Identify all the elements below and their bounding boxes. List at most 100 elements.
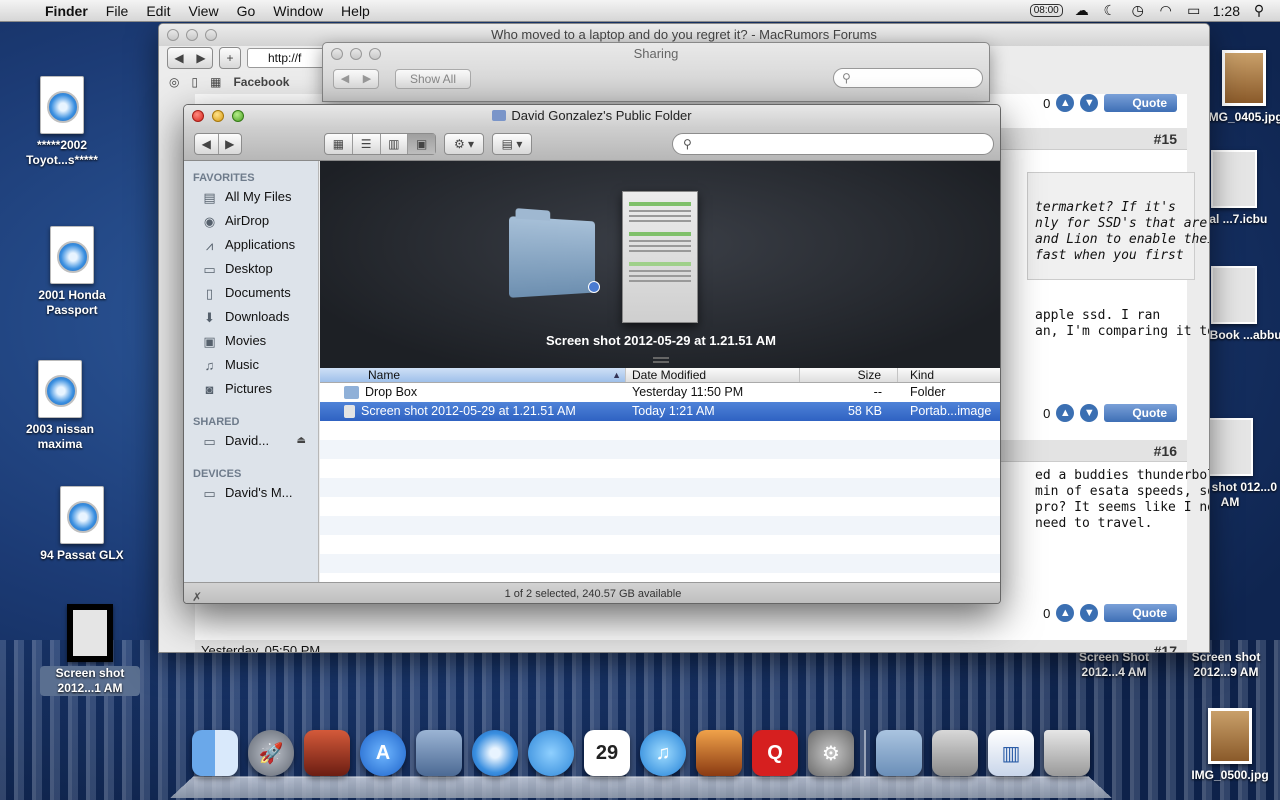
vote-up-icon[interactable]: ▲ [1056,94,1075,112]
zoom-button[interactable] [232,110,244,122]
column-header-kind[interactable]: Kind [898,368,1000,382]
battery-icon[interactable]: ▭ [1185,2,1203,19]
show-all-button[interactable]: Show All [395,69,471,89]
quote-button[interactable]: Quote [1104,604,1177,622]
menu-help[interactable]: Help [332,3,379,19]
desktop-icon-photo[interactable]: IMG_0500.jpg [1180,708,1280,783]
dock-quicksilver-icon[interactable]: Q [752,730,798,776]
sharing-nav-buttons[interactable]: ◀ ▶ [333,69,379,89]
menu-clock[interactable]: 1:28 [1213,3,1240,19]
sidebar-item-music[interactable]: ♫ Music [184,353,318,377]
vote-up-icon[interactable]: ▲ [1056,404,1075,422]
view-mode-buttons[interactable]: ▦ ☰ ▥ ▣ [324,133,436,155]
menu-file[interactable]: File [97,3,138,19]
sidebar-item-applications[interactable]: ⩘ Applications [184,233,318,257]
menu-edit[interactable]: Edit [137,3,179,19]
desktop-icon-webloc[interactable]: 2003 nissan maxima [10,360,110,452]
minimize-button[interactable] [212,110,224,122]
sidebar-item-shared-computer[interactable]: ▭ David... ⏏ [184,429,318,453]
menu-window[interactable]: Window [264,3,332,19]
dock-finder-icon[interactable] [192,730,238,776]
drop-box-folder-icon[interactable] [509,216,596,298]
sidebar-item-movies[interactable]: ▣ Movies [184,329,318,353]
sharing-search-field[interactable]: ⚲ [833,68,983,88]
dock-activity-icon[interactable]: ▥ [988,730,1034,776]
vote-down-icon[interactable]: ▼ [1080,604,1099,622]
column-view-icon[interactable]: ▥ [381,134,409,154]
bookmark-facebook[interactable]: Facebook [233,75,289,89]
quote-button[interactable]: Quote [1104,404,1177,422]
dock-ical-icon[interactable]: 29 [584,730,630,776]
close-button[interactable] [192,110,204,122]
wifi-icon[interactable]: ◠ [1157,2,1175,19]
desktop-icon-webloc[interactable]: *****2002 Toyot...s***** [12,76,112,168]
sidebar-item-downloads[interactable]: ⬇ Downloads [184,305,318,329]
vote-up-icon[interactable]: ▲ [1056,604,1075,622]
desktop-icon-screenshot[interactable]: Screen shot 2012...9 AM [1176,650,1276,680]
arrange-menu-button[interactable]: ▤ ▾ [492,133,532,155]
time-machine-badge[interactable]: 08:00 [1029,4,1063,17]
dock-launchpad-icon[interactable]: 🚀 [248,730,294,776]
url-field[interactable]: http://f [247,48,327,68]
dock-safari-icon[interactable] [472,730,518,776]
dock-preview-icon[interactable] [416,730,462,776]
vote-down-icon[interactable]: ▼ [1080,404,1099,422]
action-menu-button[interactable]: ⚙ ▾ [444,133,484,155]
sidebar-item-desktop[interactable]: ▭ Desktop [184,257,318,281]
cloud-icon[interactable]: ☁ [1073,2,1091,19]
dock-applications-folder-icon[interactable] [876,730,922,776]
desktop-icon-webloc[interactable]: 2001 Honda Passport [22,226,122,318]
sharing-zoom-button[interactable] [369,48,381,60]
dock-trash-icon[interactable] [1044,730,1090,776]
dock-photo-booth-icon[interactable] [304,730,350,776]
dock-itunes-icon[interactable]: ♫ [640,730,686,776]
moon-icon[interactable]: ☾ [1101,2,1119,19]
back-icon[interactable]: ◀ [195,134,219,154]
forward-icon[interactable]: ▶ [219,134,242,154]
dock-app-store-icon[interactable]: A [360,730,406,776]
desktop-icon-screenshot[interactable]: Screen Shot 2012...4 AM [1064,650,1164,680]
sharing-minimize-button[interactable] [350,48,362,60]
bookmarks-icon[interactable]: ▯ [191,75,198,89]
sidebar-item-airdrop[interactable]: ◉ AirDrop [184,209,318,233]
cover-flow-preview[interactable]: Screen shot 2012-05-29 at 1.21.51 AM [320,161,1000,368]
column-header-size[interactable]: Size [800,368,898,382]
reading-list-icon[interactable]: ◎ [169,75,179,89]
browser-zoom-button[interactable] [205,29,217,41]
quote-button[interactable]: Quote [1104,94,1177,112]
browser-close-button[interactable] [167,29,179,41]
dock-photos-stack-icon[interactable] [932,730,978,776]
path-bar-icon[interactable]: ✗ [192,586,202,603]
time-machine-icon[interactable]: ◷ [1129,2,1147,19]
back-forward-buttons[interactable]: ◀ ▶ [194,133,242,155]
sidebar-item-all-my-files[interactable]: ▤ All My Files [184,185,318,209]
browser-back-forward[interactable]: ◀ ▶ [167,47,213,69]
eject-icon[interactable]: ⏏ [297,429,306,453]
sidebar-item-device[interactable]: ▭ David's M... [184,481,318,505]
browser-minimize-button[interactable] [186,29,198,41]
screenshot-preview-thumbnail[interactable] [622,191,698,323]
new-tab-button[interactable]: + [219,47,241,69]
sidebar-item-documents[interactable]: ▯ Documents [184,281,318,305]
list-view-icon[interactable]: ☰ [353,134,381,154]
spotlight-search-icon[interactable]: ⚲ [1250,2,1268,19]
vote-down-icon[interactable]: ▼ [1080,94,1099,112]
column-header-date[interactable]: Date Modified [626,368,800,382]
cover-flow-view-icon[interactable]: ▣ [408,134,435,154]
menu-go[interactable]: Go [228,3,265,19]
icon-view-icon[interactable]: ▦ [325,134,353,154]
dock-system-preferences-icon[interactable]: ⚙ [808,730,854,776]
desktop-icon-webloc[interactable]: 94 Passat GLX [32,486,132,563]
sidebar-item-pictures[interactable]: ◙ Pictures [184,377,318,401]
menu-app-finder[interactable]: Finder [36,3,97,19]
menu-view[interactable]: View [179,3,227,19]
finder-search-field[interactable]: ⚲ [672,133,994,155]
file-row[interactable]: Drop Box Yesterday 11:50 PM -- Folder [320,383,1000,402]
dock-iphoto-icon[interactable] [696,730,742,776]
file-row-selected[interactable]: Screen shot 2012-05-29 at 1.21.51 AM Tod… [320,402,1000,421]
dock-ichat-icon[interactable] [528,730,574,776]
sharing-close-button[interactable] [331,48,343,60]
top-sites-icon[interactable]: ▦ [210,75,221,89]
column-header-name[interactable]: Name [320,368,626,382]
cover-flow-resize-grip[interactable] [653,357,669,363]
